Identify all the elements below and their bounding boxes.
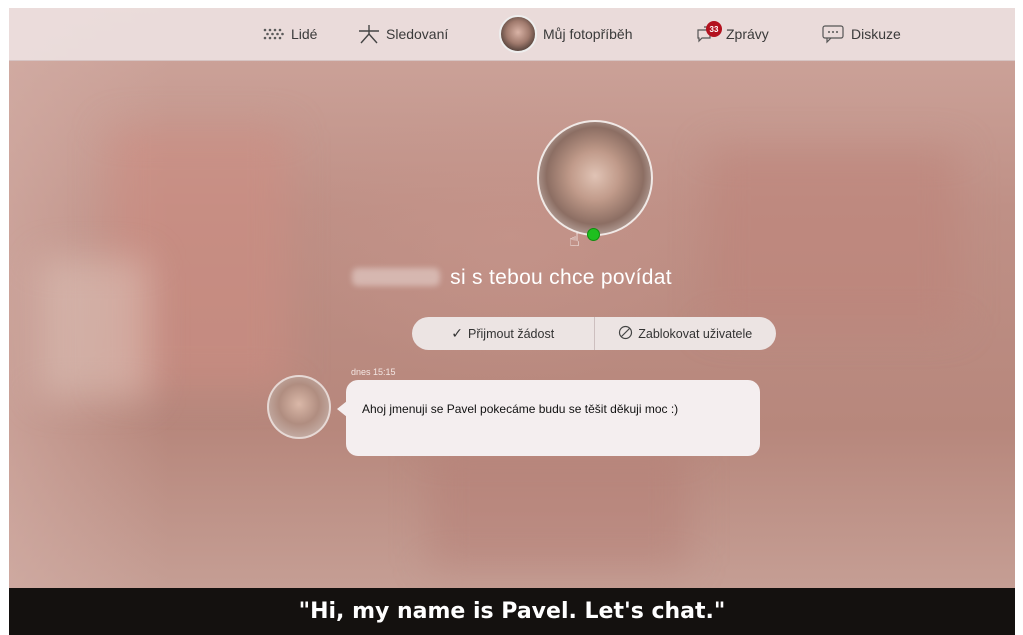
- subtitle-text: "Hi, my name is Pavel. Let's chat.": [298, 599, 726, 624]
- nav-item-discussion[interactable]: Diskuze: [821, 8, 901, 60]
- nav-label: Sledovaní: [386, 26, 449, 42]
- checkmark-icon: ✓: [451, 325, 464, 341]
- nav-item-my-photostory[interactable]: Můj fotopříběh: [499, 8, 633, 60]
- sender-avatar[interactable]: [267, 375, 331, 439]
- speech-bubbles-icon: 33: [696, 21, 722, 44]
- nav-item-following[interactable]: Sledovaní: [358, 8, 448, 60]
- requester-avatar[interactable]: [537, 120, 653, 236]
- comment-icon: [821, 24, 845, 44]
- hand-cursor-icon: ☝: [569, 230, 580, 250]
- request-actions: ✓ Přijmout žádost Zablokovat uživatele: [412, 317, 776, 350]
- chat-request-text: si s tebou chce povídat: [9, 266, 1015, 290]
- background-blur: [709, 148, 959, 328]
- nav-label: Můj fotopříběh: [543, 26, 633, 42]
- block-icon: [618, 325, 633, 343]
- block-user-button[interactable]: Zablokovat uživatele: [593, 317, 777, 350]
- unread-badge: 33: [706, 21, 722, 37]
- blurred-username: [352, 268, 441, 286]
- chat-request-screen: Lidé Sledovaní Můj fotopříběh 33 Zprávy …: [9, 8, 1015, 588]
- subtitle-bar: "Hi, my name is Pavel. Let's chat.": [9, 588, 1015, 635]
- star-icon: [358, 24, 380, 44]
- message-timestamp: dnes 15:15: [351, 367, 396, 377]
- top-navigation: Lidé Sledovaní Můj fotopříběh 33 Zprávy …: [9, 8, 1015, 61]
- people-dots-icon: [263, 27, 285, 41]
- accept-label: Přijmout žádost: [468, 326, 555, 341]
- online-status-dot: [587, 228, 600, 241]
- message-bubble: Ahoj jmenuji se Pavel pokecáme budu se t…: [346, 380, 760, 456]
- background-blur: [429, 448, 689, 568]
- message-text: Ahoj jmenuji se Pavel pokecáme budu se t…: [362, 402, 679, 416]
- nav-label: Diskuze: [851, 26, 901, 42]
- nav-label: Lidé: [291, 26, 318, 42]
- avatar: [499, 15, 537, 53]
- accept-request-button[interactable]: ✓ Přijmout žádost: [412, 317, 594, 350]
- block-label: Zablokovat uživatele: [638, 326, 753, 341]
- request-text: si s tebou chce povídat: [450, 266, 672, 289]
- nav-label: Zprávy: [726, 26, 769, 42]
- nav-item-messages[interactable]: 33 Zprávy: [696, 8, 769, 60]
- nav-item-people[interactable]: Lidé: [263, 8, 317, 60]
